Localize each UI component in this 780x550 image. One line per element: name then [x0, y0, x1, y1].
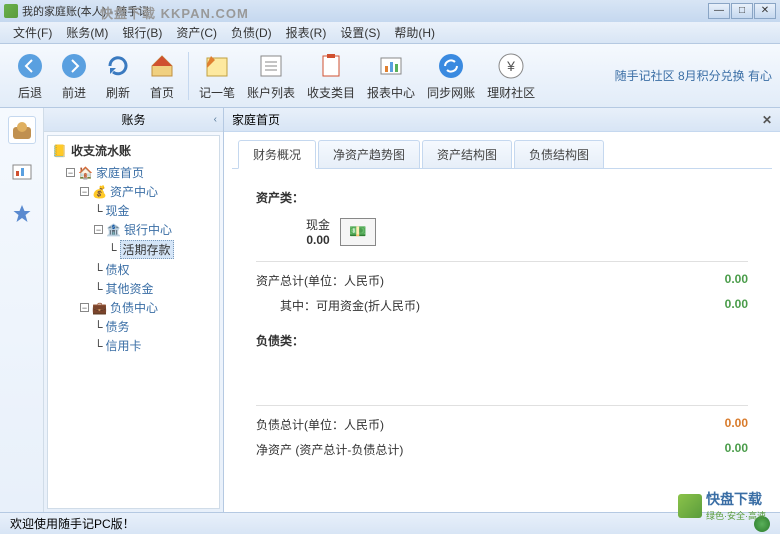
menu-bank[interactable]: 银行(B): [115, 22, 169, 43]
tree-debt-center[interactable]: −💼负债中心: [80, 298, 215, 317]
record-button[interactable]: 记一笔: [199, 50, 235, 101]
titlebar: 我的家庭账(本人) - 随手记 — □ ✕: [0, 0, 780, 22]
categories-button[interactable]: 收支类目: [307, 50, 355, 101]
debt-total-value: 0.00: [725, 416, 748, 433]
tree-credit-card[interactable]: └ 信用卡: [94, 336, 215, 355]
clipboard-icon: [315, 50, 347, 82]
tree-bank-center[interactable]: −🏦银行中心: [94, 220, 215, 239]
tree-debt[interactable]: └ 债务: [94, 317, 215, 336]
cash-value: 0.00: [306, 233, 330, 247]
divider: [256, 405, 748, 406]
content-area: 资产类： 现金 0.00 💵 资产总计(单位：人民币) 0.00 其中：可用资金…: [232, 168, 772, 503]
available-value: 0.00: [725, 297, 748, 314]
community-button[interactable]: ¥理财社区: [487, 50, 535, 101]
menu-asset[interactable]: 资产(C): [169, 22, 224, 43]
asset-section-title: 资产类：: [256, 189, 748, 206]
sidebar-header: 账务 ‹: [44, 108, 223, 132]
tabs: 财务概况 净资产趋势图 资产结构图 负债结构图: [224, 132, 780, 169]
tree-asset-center[interactable]: −💰资产中心: [80, 182, 215, 201]
close-button[interactable]: ✕: [754, 3, 776, 19]
sidebar: 账务 ‹ 📒收支流水账 −🏠家庭首页 −💰资产中心 └ 现金 −🏦银行中心 └ …: [44, 108, 224, 512]
main-panel: 家庭首页 ✕ 财务概况 净资产趋势图 资产结构图 负债结构图 资产类： 现金 0…: [224, 108, 780, 512]
globe-icon: [754, 516, 770, 532]
sidebar-icon-favorite[interactable]: [8, 200, 36, 228]
net-value: 0.00: [725, 441, 748, 458]
svg-text:¥: ¥: [506, 58, 515, 74]
chevron-left-icon[interactable]: ‹: [214, 114, 217, 125]
nav-tree: 📒收支流水账 −🏠家庭首页 −💰资产中心 └ 现金 −🏦银行中心 └ 活期存款 …: [47, 135, 220, 509]
refresh-icon: [102, 50, 134, 82]
statusbar: 欢迎使用随手记PC版！: [0, 512, 780, 534]
menu-help[interactable]: 帮助(H): [387, 22, 442, 43]
home-button[interactable]: 首页: [146, 50, 178, 101]
tree-cash[interactable]: └ 现金: [94, 201, 215, 220]
toolbar-separator: [188, 52, 189, 100]
pencil-icon: [201, 50, 233, 82]
panel-close-button[interactable]: ✕: [762, 113, 772, 127]
tree-title: 📒收支流水账: [52, 142, 215, 159]
reports-button[interactable]: 报表中心: [367, 50, 415, 101]
sidebar-icon-report[interactable]: [8, 158, 36, 186]
refresh-button[interactable]: 刷新: [102, 50, 134, 101]
forward-icon: [58, 50, 90, 82]
chart-icon: [375, 50, 407, 82]
back-button[interactable]: 后退: [14, 50, 46, 101]
menu-account[interactable]: 账务(M): [59, 22, 115, 43]
menu-file[interactable]: 文件(F): [6, 22, 59, 43]
tree-bond[interactable]: └ 债权: [94, 260, 215, 279]
tab-net-trend[interactable]: 净资产趋势图: [318, 140, 420, 169]
maximize-button[interactable]: □: [731, 3, 753, 19]
tab-overview[interactable]: 财务概况: [238, 140, 316, 169]
main-title: 家庭首页: [232, 111, 280, 128]
home-icon: [146, 50, 178, 82]
sidebar-iconbar: [0, 108, 44, 512]
net-row: 净资产 (资产总计-负债总计) 0.00: [256, 437, 748, 462]
tab-debt-structure[interactable]: 负债结构图: [514, 140, 604, 169]
menubar: 文件(F) 账务(M) 银行(B) 资产(C) 负债(D) 报表(R) 设置(S…: [0, 22, 780, 44]
toolbar-promo-link[interactable]: 随手记社区 8月积分兑换 有心: [615, 67, 772, 84]
menu-report[interactable]: 报表(R): [279, 22, 334, 43]
money-icon: 💵: [340, 218, 376, 246]
asset-total-value: 0.00: [725, 272, 748, 289]
tree-deposit[interactable]: └ 活期存款: [108, 239, 215, 260]
available-row: 其中：可用资金(折人民币) 0.00: [256, 293, 748, 318]
tree-home[interactable]: −🏠家庭首页: [66, 163, 215, 182]
accounts-button[interactable]: 账户列表: [247, 50, 295, 101]
menu-debt[interactable]: 负债(D): [224, 22, 279, 43]
debt-section-title: 负债类：: [256, 332, 748, 349]
toolbar: 后退 前进 刷新 首页 记一笔 账户列表 收支类目 报表中心 同步网账 ¥理财社…: [0, 44, 780, 108]
asset-total-row: 资产总计(单位：人民币) 0.00: [256, 268, 748, 293]
minimize-button[interactable]: —: [708, 3, 730, 19]
debt-total-row: 负债总计(单位：人民币) 0.00: [256, 412, 748, 437]
cash-widget: 现金 0.00 💵: [306, 216, 748, 247]
divider: [256, 261, 748, 262]
main-header: 家庭首页 ✕: [224, 108, 780, 132]
status-text: 欢迎使用随手记PC版！: [10, 515, 135, 532]
forward-button[interactable]: 前进: [58, 50, 90, 101]
menu-settings[interactable]: 设置(S): [333, 22, 387, 43]
list-icon: [255, 50, 287, 82]
sync-button[interactable]: 同步网账: [427, 50, 475, 101]
app-icon: [4, 4, 18, 18]
tab-asset-structure[interactable]: 资产结构图: [422, 140, 512, 169]
tree-other-asset[interactable]: └ 其他资金: [94, 279, 215, 298]
yen-icon: ¥: [495, 50, 527, 82]
window-title: 我的家庭账(本人) - 随手记: [22, 3, 149, 19]
cash-label: 现金: [306, 216, 330, 233]
sync-icon: [435, 50, 467, 82]
back-icon: [14, 50, 46, 82]
sidebar-icon-money[interactable]: [8, 116, 36, 144]
